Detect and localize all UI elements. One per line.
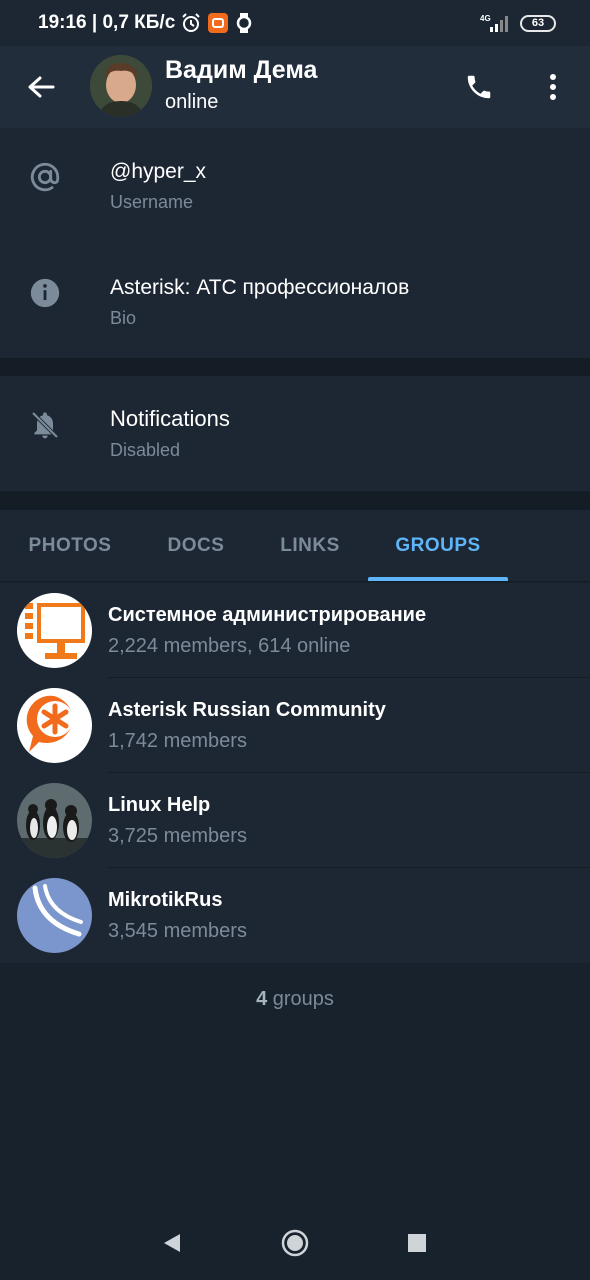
- list-item[interactable]: Asterisk Russian Community 1,742 members: [0, 678, 590, 773]
- watch-icon: [235, 12, 253, 34]
- tab-groups[interactable]: GROUPS: [368, 510, 508, 582]
- list-item[interactable]: Системное администрирование 2,224 member…: [0, 583, 590, 678]
- svg-text:4G: 4G: [480, 14, 491, 23]
- time-speed-text: 19:16 | 0,7 КБ/с: [38, 12, 176, 33]
- bio-value: Asterisk: АТС профессионалов: [110, 276, 410, 299]
- group-members: 3,545 members: [108, 920, 247, 942]
- section-divider-2: [0, 491, 590, 510]
- notifications-row[interactable]: Notifications Disabled: [0, 376, 590, 491]
- list-item[interactable]: MikrotikRus 3,545 members: [0, 868, 590, 963]
- media-tabs: PHOTOS DOCS LINKS GROUPS: [0, 510, 590, 582]
- more-options-button[interactable]: [538, 70, 568, 104]
- chat-header: Вадим Дема online: [0, 46, 590, 128]
- groups-count-number: 4: [256, 988, 268, 1010]
- asterisk-avatar: [17, 688, 92, 763]
- nav-recents-button[interactable]: [402, 1228, 432, 1258]
- phone-icon: [467, 75, 491, 99]
- app-notification-icon: [207, 12, 229, 34]
- battery-icon: 63: [520, 14, 556, 32]
- status-bar-left: 19:16 | 0,7 КБ/с: [38, 12, 253, 34]
- info-icon: [26, 274, 64, 312]
- status-bar-right: 4G 63: [480, 13, 556, 33]
- list-item[interactable]: Linux Help 3,725 members: [0, 773, 590, 868]
- active-tab-indicator: [368, 577, 508, 581]
- tab-docs[interactable]: DOCS: [150, 510, 242, 582]
- group-name: MikrotikRus: [108, 889, 223, 911]
- bell-off-icon: [26, 406, 64, 444]
- nav-home-button[interactable]: [280, 1228, 310, 1258]
- info-section: @hyper_x Username Asterisk: АТС професси…: [0, 128, 590, 358]
- more-vert-icon: [550, 74, 556, 100]
- monitor-avatar: [17, 593, 92, 668]
- groups-count-suffix: groups: [267, 988, 334, 1010]
- contact-status: online: [165, 91, 219, 113]
- groups-list: Системное администрирование 2,224 member…: [0, 583, 590, 963]
- penguins-avatar: [17, 783, 92, 858]
- group-name: Asterisk Russian Community: [108, 699, 386, 721]
- notifications-title: Notifications: [110, 406, 230, 431]
- arrow-left-icon: [28, 76, 55, 98]
- username-value: @hyper_x: [110, 160, 207, 183]
- bio-row[interactable]: Asterisk: АТС профессионалов Bio: [0, 244, 590, 360]
- signal-icon: 4G: [480, 13, 510, 33]
- tab-photos[interactable]: PHOTOS: [14, 510, 126, 582]
- system-nav-bar: [0, 1206, 590, 1280]
- square-recents-icon: [408, 1234, 426, 1252]
- group-members: 3,725 members: [108, 825, 247, 847]
- contact-name: Вадим Дема: [165, 56, 318, 84]
- avatar[interactable]: [90, 55, 152, 117]
- notifications-status: Disabled: [110, 440, 181, 460]
- username-row[interactable]: @hyper_x Username: [0, 128, 590, 244]
- mikrotik-avatar: [17, 878, 92, 953]
- nav-back-button[interactable]: [156, 1228, 186, 1258]
- username-label: Username: [110, 192, 194, 212]
- call-button[interactable]: [462, 70, 496, 104]
- group-members: 1,742 members: [108, 730, 247, 752]
- section-divider: [0, 358, 590, 376]
- bio-label: Bio: [110, 308, 137, 328]
- group-name: Системное администрирование: [108, 604, 427, 626]
- groups-count: 4 groups: [0, 988, 590, 1011]
- group-members: 2,224 members, 614 online: [108, 635, 351, 657]
- tab-links[interactable]: LINKS: [262, 510, 358, 582]
- alarm-icon: [181, 13, 201, 33]
- triangle-back-icon: [164, 1234, 180, 1252]
- status-bar: 19:16 | 0,7 КБ/с 4G 63: [0, 0, 590, 46]
- notifications-section: Notifications Disabled: [0, 376, 590, 491]
- circle-home-icon: [281, 1229, 309, 1257]
- back-button[interactable]: [26, 72, 56, 102]
- group-name: Linux Help: [108, 794, 211, 816]
- at-sign-icon: [26, 158, 64, 196]
